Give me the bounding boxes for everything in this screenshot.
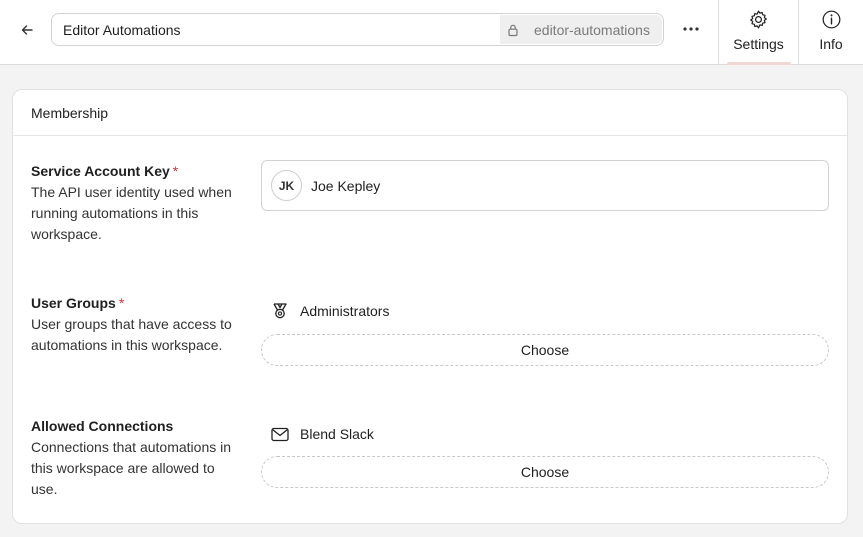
service-account-user-name: Joe Kepley	[311, 177, 381, 194]
tab-settings[interactable]: Settings	[718, 0, 798, 65]
mail-icon	[270, 424, 290, 444]
allowed-connections-description: Connections that automations in this wor…	[31, 439, 232, 497]
section-title: Membership	[13, 90, 847, 136]
allowed-connections-label-text: Allowed Connections	[31, 418, 174, 434]
user-groups-label-text: User Groups	[31, 295, 116, 311]
connection-name: Blend Slack	[300, 426, 374, 442]
choose-user-groups-button[interactable]: Choose	[261, 334, 829, 366]
user-group-name: Administrators	[300, 303, 390, 319]
more-horizontal-icon	[683, 27, 699, 31]
choose-connections-button[interactable]: Choose	[261, 456, 829, 488]
more-options-button[interactable]	[680, 18, 702, 40]
tab-settings-label: Settings	[733, 36, 784, 52]
tab-info-label: Info	[819, 36, 843, 52]
allowed-connections-label: Allowed Connections	[31, 418, 173, 434]
list-item: Administrators	[270, 301, 389, 321]
back-button[interactable]	[14, 18, 40, 42]
slug-text: editor-automations	[534, 21, 650, 38]
list-item: Blend Slack	[270, 424, 374, 444]
badge-icon	[270, 301, 290, 321]
required-mark: *	[172, 163, 179, 179]
user-groups-description: User groups that have access to automati…	[31, 316, 232, 353]
workspace-name-field[interactable]: editor-automations	[51, 13, 664, 46]
service-account-selector[interactable]: JK Joe Kepley	[261, 160, 829, 211]
user-groups-label: User Groups *	[31, 295, 124, 311]
membership-card: Membership Service Account Key * The API …	[12, 89, 848, 524]
active-tab-indicator	[727, 62, 791, 65]
arrow-left-icon	[21, 25, 33, 35]
service-account-description: The API user identity used when running …	[31, 184, 232, 242]
avatar: JK	[271, 170, 302, 201]
info-icon	[821, 8, 842, 30]
top-bar: editor-automations Settings Info	[0, 0, 863, 65]
gear-icon	[748, 8, 769, 30]
lock-icon	[505, 22, 521, 38]
service-account-label-text: Service Account Key	[31, 163, 170, 179]
service-account-label: Service Account Key *	[31, 163, 178, 179]
required-mark: *	[118, 295, 125, 311]
workspace-name-input[interactable]	[52, 14, 472, 45]
tab-info[interactable]: Info	[798, 0, 863, 64]
slug-pill: editor-automations	[500, 15, 662, 44]
